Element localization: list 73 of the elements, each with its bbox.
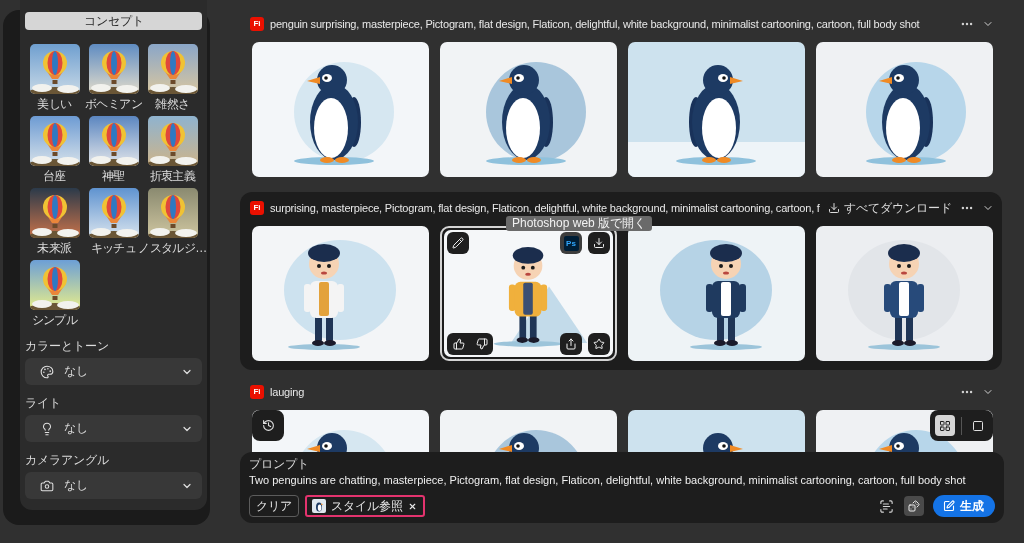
history-icon (261, 419, 275, 432)
penguin-thumbnail-icon (312, 499, 326, 513)
style-label: ノスタルジ… (138, 241, 207, 256)
balloon-drawing[interactable] (147, 116, 198, 166)
palette-icon (40, 364, 54, 379)
download-button[interactable] (588, 232, 610, 254)
pencil-icon (452, 237, 464, 249)
penguin-drawing[interactable] (628, 42, 805, 177)
style-label: 未来派 (37, 241, 72, 256)
style-label: キッチュ (90, 241, 137, 256)
suggest-button[interactable] (904, 496, 924, 516)
penguin-drawing[interactable] (252, 42, 429, 177)
penguin-head-drawing[interactable] (628, 410, 805, 452)
balloon-drawing[interactable] (88, 44, 139, 94)
category-button[interactable]: コンセプト (25, 12, 202, 30)
setting-label: カメラアングル (25, 453, 110, 468)
thumbs-up-icon[interactable] (452, 338, 465, 350)
grid-view-button[interactable] (935, 415, 955, 436)
balloon-drawing[interactable] (29, 188, 80, 238)
setting-label: カラーとトーン (25, 339, 110, 354)
tooltip: Photoshop web 版で開く (506, 216, 653, 231)
balloon-drawing[interactable] (147, 188, 198, 238)
thumbs-down-icon[interactable] (475, 338, 488, 350)
square-pen-icon (943, 500, 955, 512)
style-label: 雑然さ (155, 97, 190, 112)
close-icon[interactable] (408, 501, 417, 511)
camera-angle-dropdown[interactable]: なし (25, 472, 202, 499)
edit-button[interactable] (447, 232, 469, 254)
lightbulb-icon (40, 421, 54, 436)
balloon-drawing[interactable] (88, 116, 139, 166)
lighting-dropdown[interactable]: なし (25, 415, 202, 442)
prompt-heading: penguin surprising, masterpiece, Pictogram, flat design, Flaticon, delightful, white background, minimalist cartooning, cartoon, full body shot (270, 17, 920, 31)
balloon-drawing[interactable] (88, 188, 139, 238)
style-label: 折衷主義 (149, 169, 196, 184)
balloon-drawing[interactable] (29, 260, 80, 310)
share-button[interactable] (560, 333, 582, 355)
style-label: 台座 (43, 169, 66, 184)
setting-label: ライト (25, 396, 62, 411)
prompt-heading: surprising, masterpiece, Pictogram, flat design, Flaticon, delightful, white background, minimalist cartooning, cartoon, f (270, 201, 820, 215)
prompt-heading: lauging (270, 385, 305, 399)
text-scan-icon[interactable] (879, 498, 894, 514)
boy-drawing[interactable] (252, 226, 429, 361)
prompt-label: プロンプト (249, 457, 310, 472)
penguin-drawing[interactable] (440, 42, 617, 177)
history-button[interactable] (252, 410, 284, 441)
logo-badge: Fi (250, 17, 264, 31)
style-label: シンプル (31, 313, 78, 328)
favorite-button[interactable] (588, 333, 610, 355)
balloon-drawing[interactable] (147, 44, 198, 94)
single-view-icon (972, 419, 984, 432)
share-icon (565, 338, 577, 350)
download-all-button[interactable]: すべてダウンロード (828, 200, 952, 216)
star-icon (593, 338, 605, 350)
balloon-drawing[interactable] (29, 116, 80, 166)
download-icon (828, 202, 840, 214)
boy-drawing[interactable] (816, 226, 993, 361)
penguin-drawing[interactable] (816, 42, 993, 177)
download-icon (593, 237, 605, 249)
logo-badge: Fi (250, 201, 264, 215)
clear-button[interactable]: クリア (249, 495, 299, 517)
dice-icon (908, 500, 920, 512)
style-label: ボヘミアン (85, 97, 142, 112)
style-label: 神聖 (102, 169, 125, 184)
color-tone-dropdown[interactable]: なし (25, 358, 202, 385)
grid-view-icon (939, 419, 951, 432)
style-label: 美しい (37, 97, 72, 112)
logo-badge: Fi (250, 385, 264, 399)
camera-icon (40, 478, 54, 493)
penguin-head-drawing[interactable] (440, 410, 617, 452)
generate-button[interactable]: 生成 (933, 495, 995, 517)
balloon-drawing[interactable] (29, 44, 80, 94)
style-reference-chip[interactable]: スタイル参照 (305, 495, 425, 517)
prompt-input[interactable]: Two penguins are chatting, masterpiece, Pictogram, flat design, Flaticon, delightful, white background, minimalist cartooning, cartoon, full body shot (249, 473, 995, 487)
